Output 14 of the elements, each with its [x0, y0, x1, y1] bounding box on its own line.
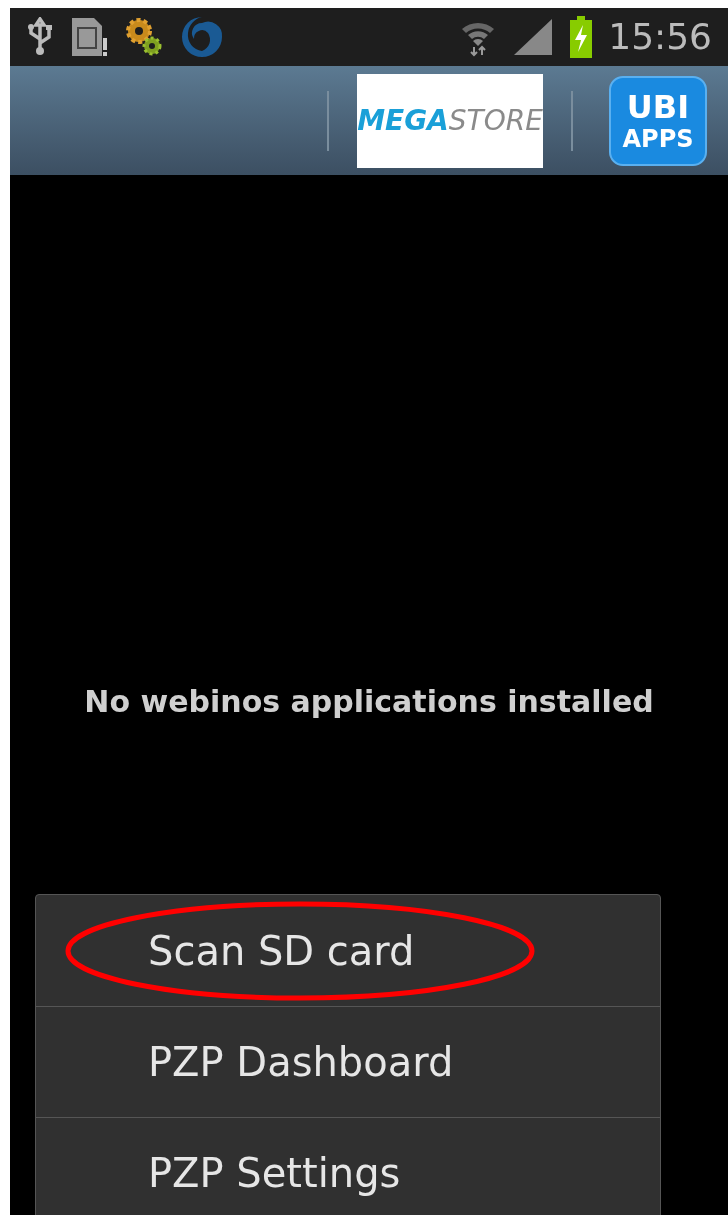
menu-item-label: PZP Settings	[148, 1149, 401, 1198]
empty-message: No webinos applications installed	[84, 683, 654, 721]
signal-icon	[512, 17, 555, 57]
menu-item[interactable]: PZP Dashboard	[36, 1006, 660, 1117]
menu-item-label: PZP Dashboard	[148, 1038, 454, 1087]
menu-item-label: Scan SD card	[148, 926, 415, 976]
apps-logo[interactable]: UBI APPS	[609, 75, 707, 166]
clock-time: 15:56	[608, 19, 712, 55]
menu-item[interactable]: PZP Settings	[36, 1117, 660, 1215]
sd-card-icon	[70, 16, 108, 58]
usb-icon	[26, 17, 54, 57]
menu-item[interactable]: Scan SD card	[36, 895, 660, 1006]
swirl-icon	[180, 15, 224, 59]
gears-icon	[124, 16, 164, 58]
